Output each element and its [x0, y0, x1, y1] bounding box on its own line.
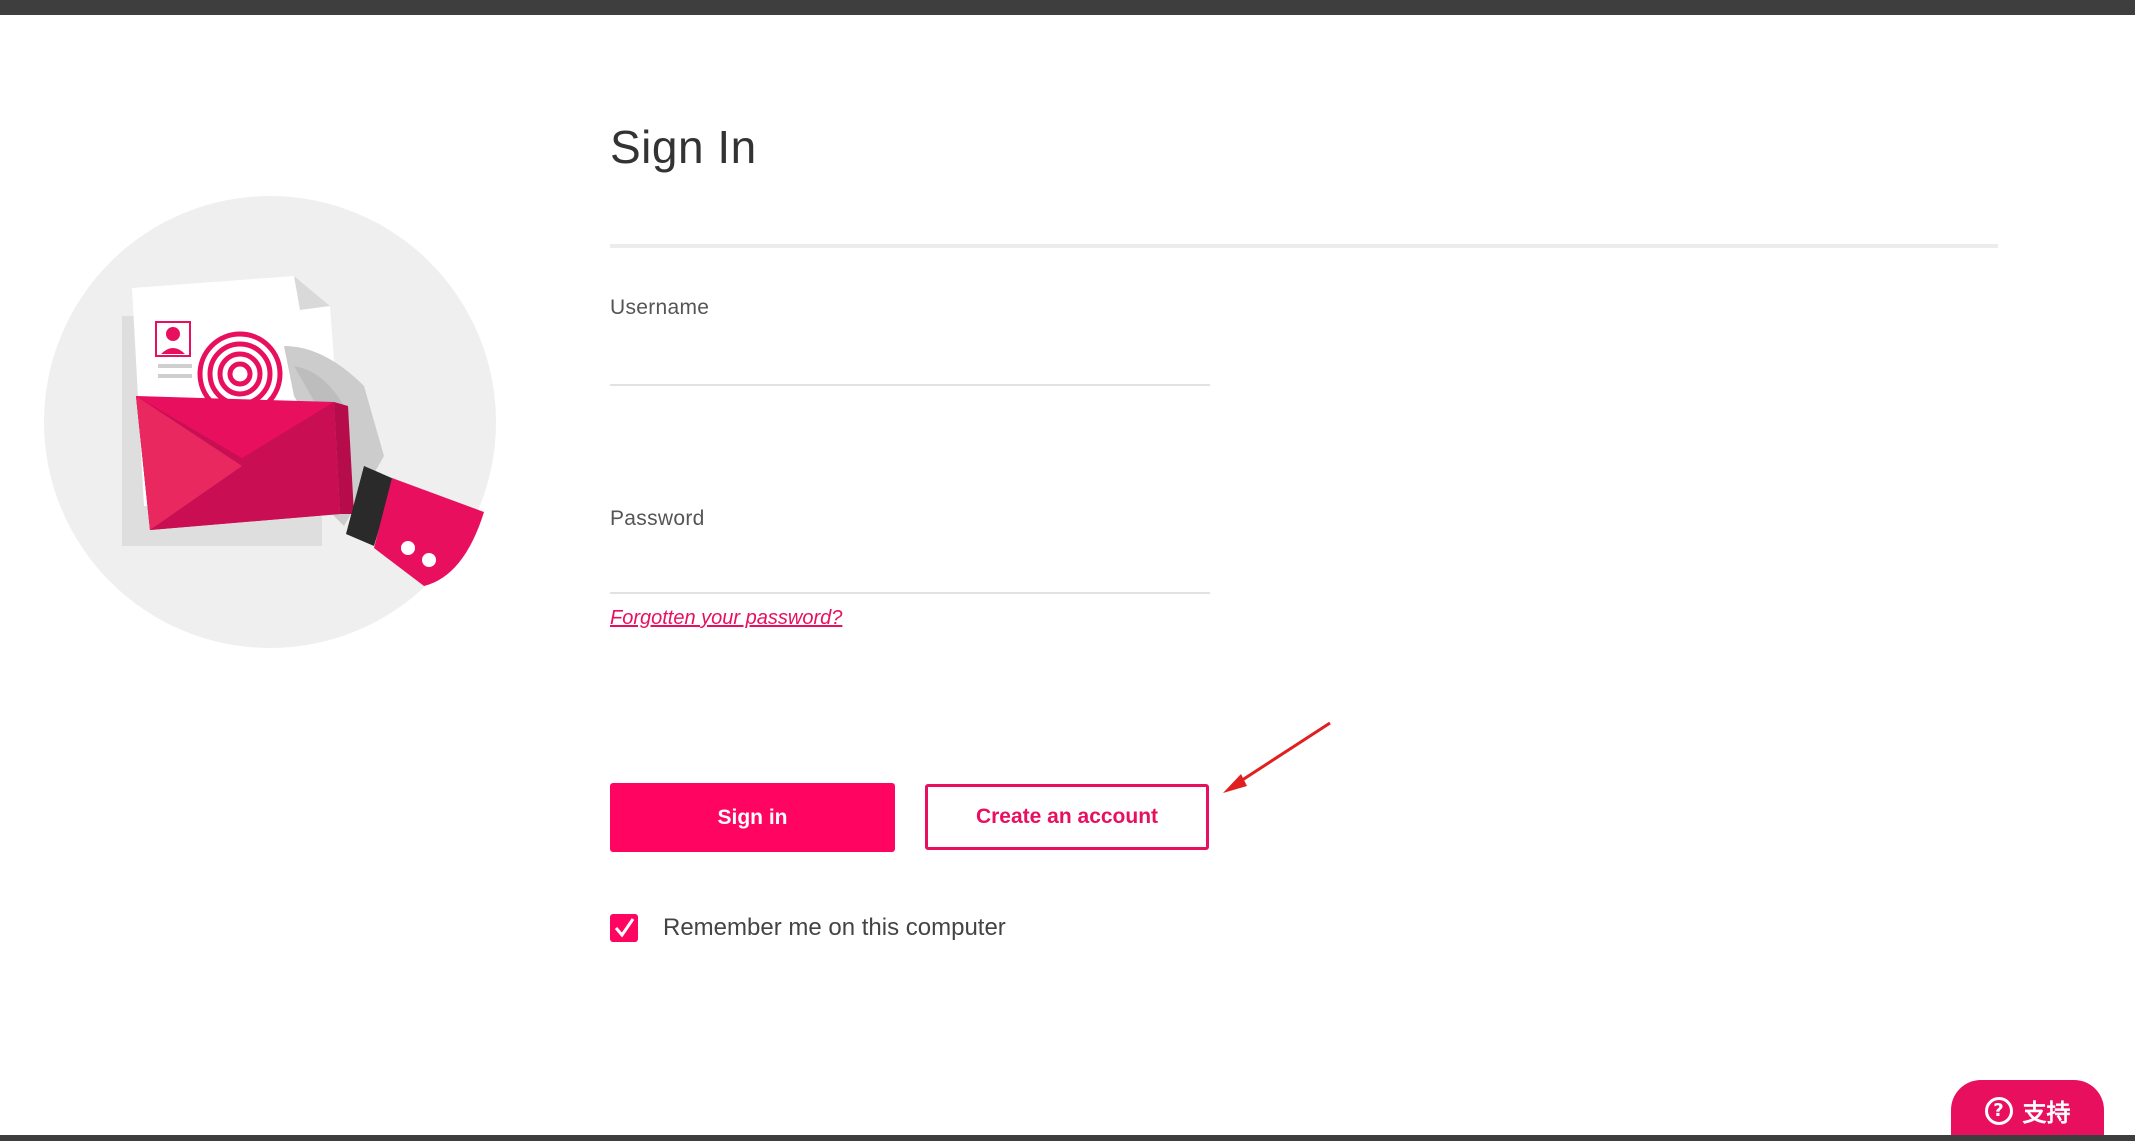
annotation-arrow	[1223, 721, 1331, 793]
sign-in-button-label: Sign in	[717, 805, 788, 829]
bottom-bar	[0, 1135, 2135, 1141]
remember-me-label: Remember me on this computer	[663, 914, 1006, 941]
page-title: Sign In	[610, 121, 757, 173]
password-input[interactable]	[610, 548, 1210, 594]
checkmark-icon	[614, 918, 635, 938]
username-label: Username	[610, 296, 710, 319]
envelope-fingerprint-illustration	[44, 196, 496, 648]
remember-me-checkbox[interactable]	[610, 914, 638, 942]
remember-me-toggle[interactable]: Remember me on this computer	[610, 914, 1006, 942]
password-label: Password	[610, 507, 705, 530]
help-circle-icon: ?	[1984, 1096, 2013, 1125]
support-button[interactable]: ? 支持	[1951, 1080, 2104, 1141]
title-divider	[610, 244, 1998, 248]
support-button-label: 支持	[2022, 1099, 2071, 1127]
username-input[interactable]	[610, 340, 1210, 386]
top-bar	[0, 0, 2135, 15]
forgot-password-link[interactable]: Forgotten your password?	[610, 607, 842, 630]
sign-in-button[interactable]: Sign in	[610, 783, 895, 852]
create-account-button-label: Create an account	[975, 805, 1159, 828]
create-account-button[interactable]: Create an account	[925, 784, 1209, 850]
